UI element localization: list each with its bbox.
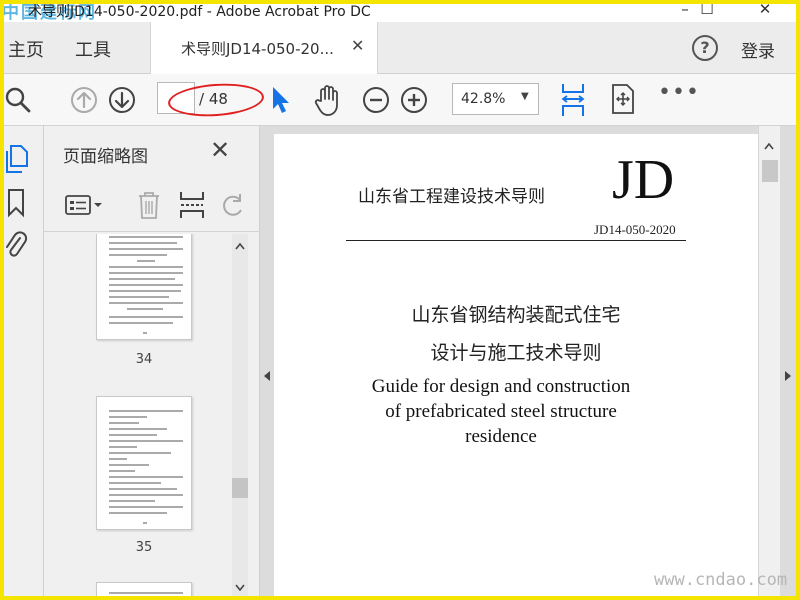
watermark-url: www.cndao.com	[654, 570, 788, 590]
window-title-bar: 中国建标网 术导则JD14-050-2020.pdf - Adobe Acrob…	[0, 0, 800, 23]
login-button[interactable]: 登录	[741, 37, 775, 62]
document-viewport: 山东省工程建设技术导则 JD JD14-050-2020 山东省钢结构装配式住宅…	[260, 126, 800, 600]
menu-tools[interactable]: 工具	[75, 36, 111, 62]
document-logo-jd: JD	[612, 149, 675, 211]
thumbnail-text-lines	[109, 236, 183, 334]
thumbnail-text-lines	[109, 410, 183, 524]
document-code: JD14-050-2020	[594, 222, 676, 237]
document-title-en-line1: Guide for design and construction	[371, 376, 631, 397]
thumbnail-text-lines	[109, 592, 183, 600]
document-title-cn-line1: 山东省钢结构装配式住宅	[411, 304, 621, 326]
thumbnails-toolbar	[44, 176, 260, 232]
window-title: 术导则JD14-050-2020.pdf - Adobe Acrobat Pro…	[28, 4, 371, 20]
insert-page-icon[interactable]	[178, 190, 206, 220]
bookmarks-icon[interactable]	[6, 188, 26, 218]
thumbnail-list: 34 35	[44, 234, 234, 600]
thumbnail-scrollbar[interactable]	[232, 234, 248, 600]
expand-right-pane-icon[interactable]	[784, 370, 792, 382]
zoom-out-icon[interactable]	[362, 86, 390, 114]
document-title-en-line3: residence	[465, 426, 537, 447]
scrollbar-thumb[interactable]	[762, 160, 778, 182]
close-window-button[interactable]: ✕	[742, 0, 788, 22]
chevron-down-icon: ▼	[521, 91, 529, 102]
scrollbar-thumb[interactable]	[232, 478, 248, 498]
zoom-value: 42.8%	[461, 91, 506, 107]
header-divider	[346, 240, 686, 241]
document-series-title: 山东省工程建设技术导则	[358, 187, 545, 207]
document-tab-label: 术导则JD14-050-20...	[181, 40, 334, 58]
document-title-en-line2: of prefabricated steel structure	[385, 401, 617, 422]
thumbnail-page-35[interactable]	[96, 396, 192, 530]
page-thumbnails-icon[interactable]	[4, 144, 30, 174]
full-screen-icon[interactable]	[610, 83, 636, 115]
more-options-icon[interactable]: •••	[658, 80, 700, 105]
rotate-icon[interactable]	[220, 192, 246, 218]
close-tab-icon[interactable]: ✕	[351, 36, 364, 55]
document-title-cn-line2: 设计与施工技术导则	[430, 342, 602, 364]
help-icon[interactable]: ?	[692, 35, 718, 61]
document-tab[interactable]: 术导则JD14-050-20... ✕	[150, 22, 378, 74]
thumbnails-panel: 页面缩略图 ✕ 34 35	[44, 126, 260, 600]
zoom-dropdown[interactable]: 42.8% ▼	[452, 83, 539, 115]
zoom-in-icon[interactable]	[400, 86, 428, 114]
scroll-up-icon[interactable]	[764, 142, 774, 150]
scroll-up-icon[interactable]	[235, 242, 245, 250]
select-cursor-icon[interactable]	[268, 84, 292, 116]
thumbnails-title: 页面缩略图	[63, 147, 148, 167]
maximize-button[interactable]: ☐	[684, 0, 730, 22]
collapse-left-pane-icon[interactable]	[263, 370, 271, 382]
document-title-en: Guide for design and construction of pre…	[274, 374, 728, 449]
fit-width-icon[interactable]	[560, 82, 586, 118]
menu-home[interactable]: 主页	[8, 36, 44, 62]
previous-page-icon[interactable]	[70, 86, 98, 114]
navigation-rail	[0, 126, 44, 600]
hand-tool-icon[interactable]	[312, 83, 344, 117]
tab-bar: 主页 工具 术导则JD14-050-20... ✕ ? 登录	[0, 22, 800, 74]
toolbar: / 48 42.8% ▼ •••	[0, 74, 800, 126]
pdf-page: 山东省工程建设技术导则 JD JD14-050-2020 山东省钢结构装配式住宅…	[274, 134, 758, 600]
trash-icon[interactable]	[136, 190, 162, 220]
thumbnail-options-icon[interactable]	[64, 194, 104, 216]
document-scrollbar[interactable]	[758, 126, 780, 600]
attachments-icon[interactable]	[4, 230, 28, 260]
thumbnail-page-number: 35	[135, 540, 153, 555]
thumbnail-page-34[interactable]	[96, 234, 192, 340]
thumbnail-page-36[interactable]	[96, 582, 192, 600]
next-page-icon[interactable]	[108, 86, 136, 114]
thumbnail-page-number: 34	[135, 352, 153, 367]
scroll-down-icon[interactable]	[235, 584, 245, 592]
close-panel-icon[interactable]: ✕	[210, 138, 230, 162]
search-icon[interactable]	[4, 86, 32, 114]
